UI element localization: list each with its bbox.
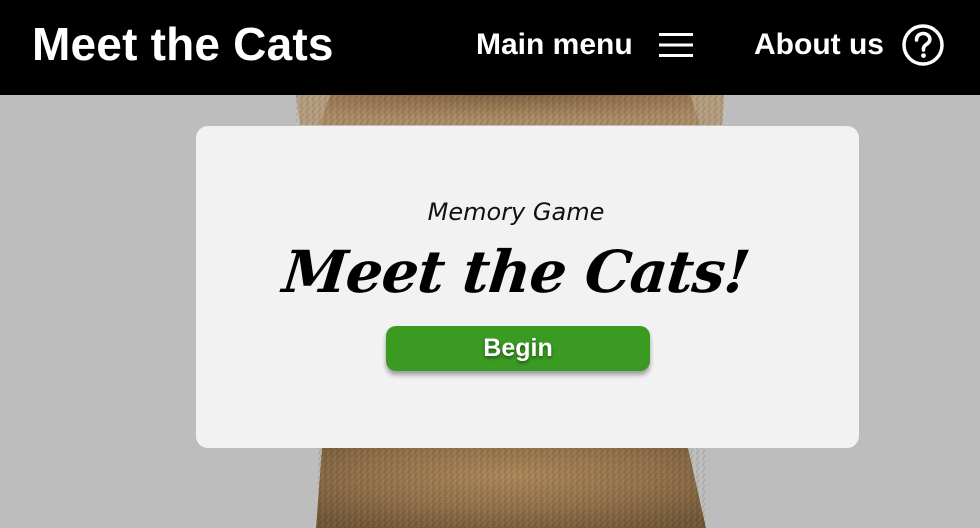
about-us-button[interactable]: About us — [754, 24, 944, 66]
top-navigation-bar: Meet the Cats Main menu About us — [0, 0, 980, 95]
main-menu-button[interactable]: Main menu — [476, 26, 693, 64]
intro-dialog: Memory Game Meet the Cats! Begin — [196, 126, 859, 448]
game-subtitle: Memory Game — [427, 198, 605, 226]
question-circle-icon — [902, 24, 944, 66]
main-menu-label: Main menu — [476, 28, 633, 61]
game-title: Meet the Cats! — [279, 238, 753, 306]
begin-button[interactable]: Begin — [386, 326, 650, 371]
site-title[interactable]: Meet the Cats — [32, 18, 334, 70]
page: Meet the Cats Main menu About us Memory … — [0, 0, 980, 528]
hamburger-menu-icon — [658, 33, 693, 57]
about-us-label: About us — [754, 28, 884, 61]
